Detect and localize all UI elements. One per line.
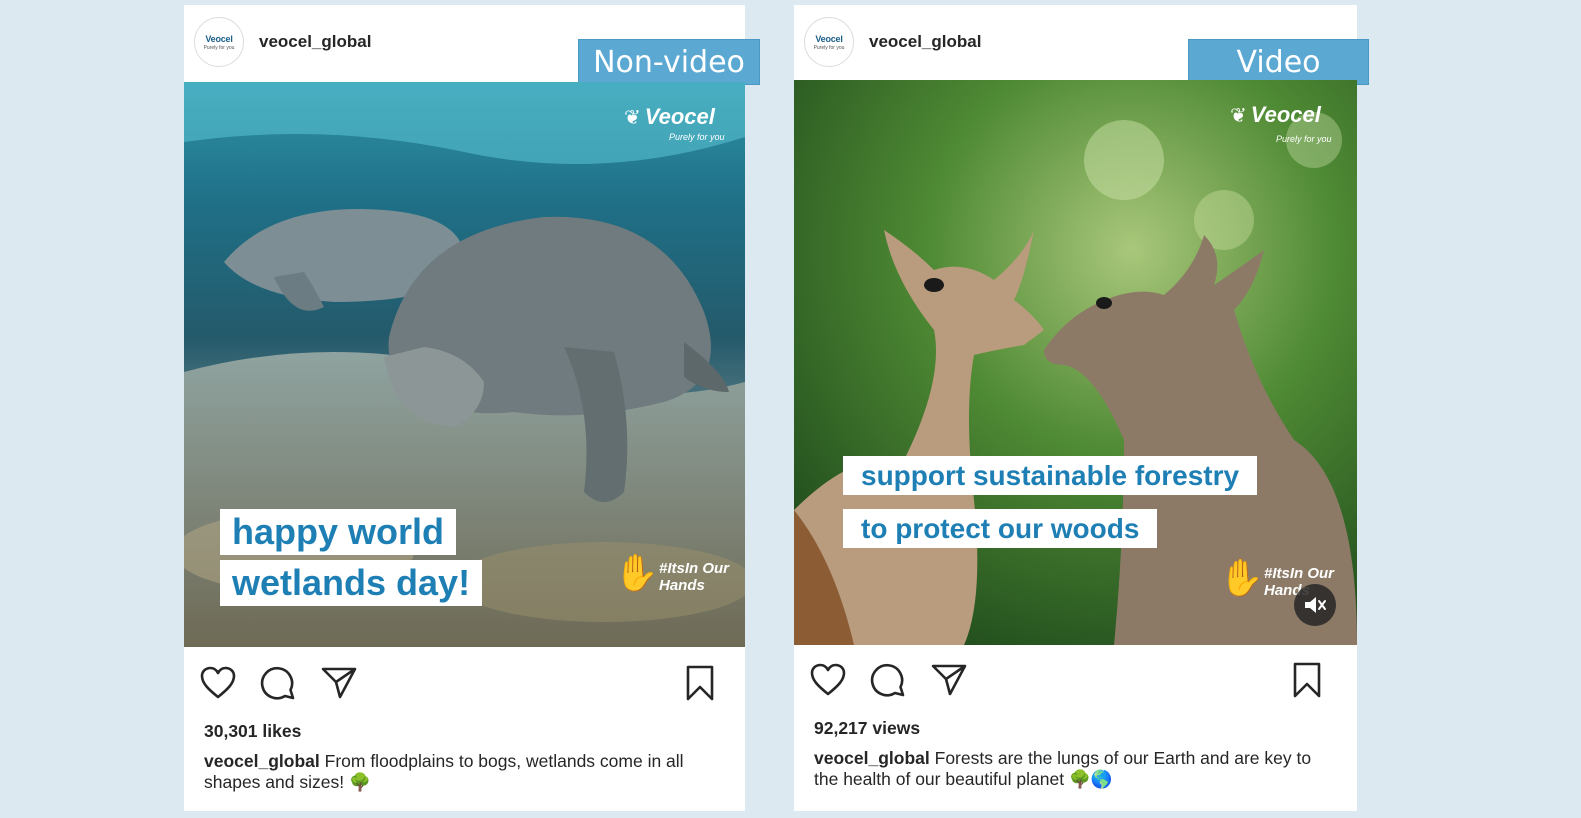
overlay-text-line-1: support sustainable forestry [843, 456, 1258, 495]
avatar[interactable]: Veocel Purely for you [194, 17, 244, 67]
overlay-text-line-1: happy world [220, 509, 457, 555]
post-image[interactable]: ❦ Veocel Purely for you happy world wetl… [184, 82, 745, 647]
deer-video-frame [794, 80, 1357, 645]
hand-leaf-icon: ✋ [1219, 557, 1264, 598]
avatar[interactable]: Veocel Purely for you [804, 17, 854, 67]
watermark-brand-text: Veocel [1250, 102, 1321, 127]
post-caption: veocel_global Forests are the lungs of o… [814, 748, 1339, 791]
post-header: Veocel Purely for you veocel_global ... … [794, 5, 1369, 85]
heart-icon[interactable] [809, 661, 847, 699]
muted-speaker-icon[interactable] [1294, 584, 1336, 626]
avatar-logo-text: Veocel [205, 33, 233, 44]
watermark-tagline: Purely for you [669, 132, 725, 142]
post-header: Veocel Purely for you veocel_global ... … [184, 5, 760, 85]
overlay-text-line-2: to protect our woods [843, 509, 1158, 548]
hashtag-mark-text: #ItsIn Our Hands [659, 560, 730, 594]
likes-count[interactable]: 30,301 likes [204, 721, 301, 742]
veocel-watermark: ❦ Veocel [624, 104, 715, 130]
bookmark-icon[interactable] [681, 664, 719, 702]
overlay-text-line-2: wetlands day! [220, 560, 483, 606]
caption-username[interactable]: veocel_global [204, 751, 320, 771]
comment-bubble-icon[interactable] [869, 661, 907, 699]
paper-plane-icon[interactable] [320, 664, 358, 702]
bookmark-icon[interactable] [1288, 661, 1326, 699]
instagram-post-video: Veocel Purely for you veocel_global ... … [794, 5, 1369, 811]
caption-emoji: 🌳 [348, 773, 371, 793]
action-bar [794, 661, 1357, 701]
action-bar [184, 664, 745, 704]
non-video-label: Non-video [578, 39, 760, 85]
paper-plane-icon[interactable] [930, 661, 968, 699]
leaf-logo-icon: ❦ [624, 106, 641, 129]
avatar-tagline-text: Purely for you [813, 44, 845, 51]
post-video[interactable]: ❦ Veocel Purely for you support sustaina… [794, 80, 1357, 645]
post-caption: veocel_global From floodplains to bogs, … [204, 751, 727, 794]
comment-bubble-icon[interactable] [259, 664, 297, 702]
avatar-tagline-text: Purely for you [203, 44, 235, 51]
video-label: Video [1188, 39, 1369, 85]
caption-emoji: 🌳🌎 [1068, 770, 1113, 790]
username-link[interactable]: veocel_global [259, 32, 371, 52]
heart-icon[interactable] [199, 664, 237, 702]
instagram-post-non-video: Veocel Purely for you veocel_global ... … [184, 5, 760, 811]
leaf-logo-icon: ❦ [1230, 104, 1247, 127]
views-count[interactable]: 92,217 views [814, 718, 920, 739]
username-link[interactable]: veocel_global [869, 32, 981, 52]
watermark-tagline: Purely for you [1276, 134, 1332, 144]
hand-leaf-icon: ✋ [614, 552, 659, 593]
avatar-logo-text: Veocel [815, 33, 843, 44]
veocel-watermark: ❦ Veocel [1230, 102, 1321, 128]
caption-username[interactable]: veocel_global [814, 748, 930, 768]
watermark-brand-text: Veocel [644, 104, 715, 129]
